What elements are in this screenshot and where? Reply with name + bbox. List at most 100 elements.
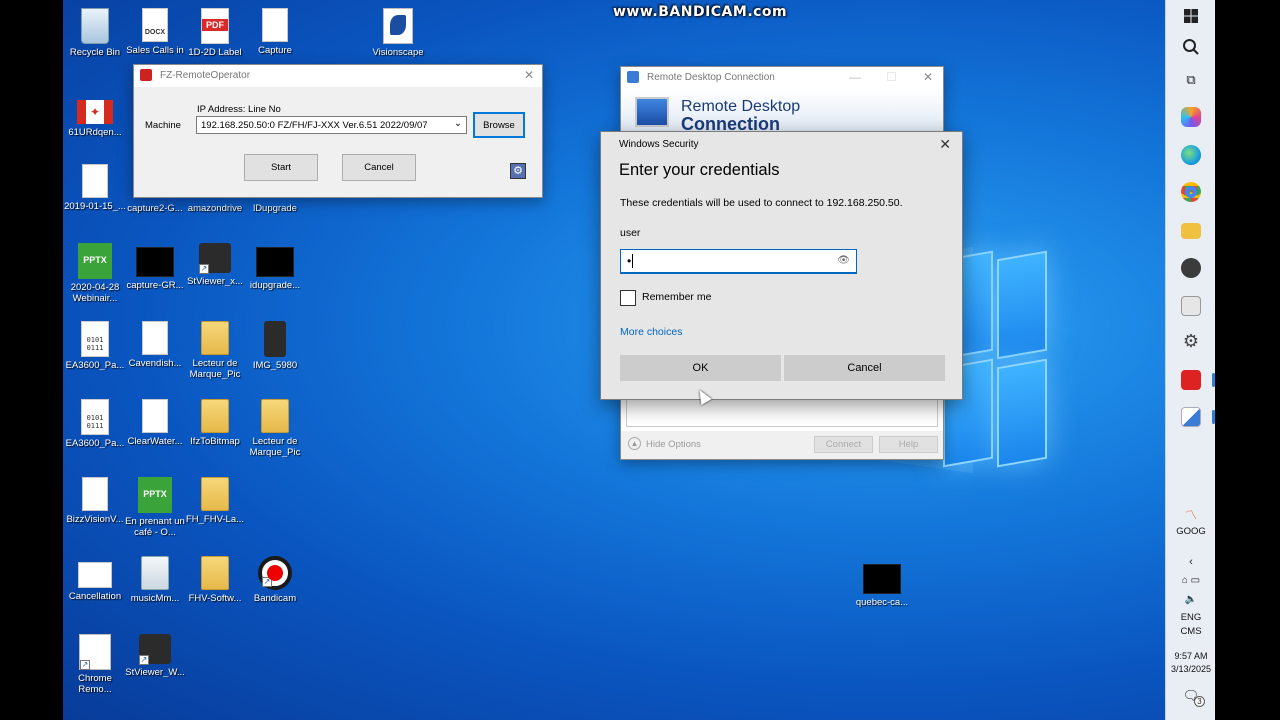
stock-trend-icon[interactable]: 〽 [1166,506,1216,523]
desktop-icon-capture-gr[interactable]: capture-GR... [123,243,187,291]
music-file-icon [141,556,169,590]
password-value: • [627,254,632,268]
reveal-password-eye-icon[interactable]: 👁 [837,255,850,266]
camera-app-icon: ↗ [139,634,171,665]
desktop-icon-label: 1D-2D Label [188,47,242,58]
image-file-icon [78,562,112,588]
desktop-icon-capture[interactable]: Capture [243,8,307,56]
remote-window-icon[interactable] [1181,296,1201,316]
chevron-left-icon[interactable]: ‹ [1166,556,1216,568]
desktop-icon-musicmm[interactable]: musicMm... [123,556,187,604]
more-choices-link[interactable]: More choices [620,326,682,338]
desktop-icon-ea3600-2[interactable]: 0101 0111 EA3600_Pa... [63,399,127,449]
edge-browser-icon[interactable] [1181,145,1201,165]
dialog-description: These credentials will be used to connec… [620,197,903,209]
fz-remote-operator-window: FZ-RemoteOperator ✕ IP Address: Line No … [133,64,543,198]
desktop-icon-label: ClearWater... [127,436,183,447]
desktop-icon-img-5980[interactable]: IMG_5980 [243,321,307,371]
close-icon[interactable]: ✕ [923,70,933,84]
chrome-icon[interactable] [1181,182,1201,202]
clock-time[interactable]: 9:57 AM [1166,650,1216,662]
desktop-icon-label: capture2-G... [127,203,183,214]
desktop-icon-fh-fhv-la[interactable]: FH_FHV-La... [183,477,247,525]
window-title: FZ-RemoteOperator [160,70,251,81]
chevron-down-icon: ⌄ [454,118,462,129]
desktop-icon-fhv-software[interactable]: FHV-Softw... [183,556,247,604]
ok-button[interactable]: OK [620,355,781,381]
file-icon [142,399,168,433]
fz-title-bar[interactable]: FZ-RemoteOperator ✕ [134,65,542,87]
desktop-icon-lecteur-de-marque-zip[interactable]: Lecteur de Marque_Pic [243,399,307,458]
desktop-icon-stviewer-w[interactable]: ↗ StViewer_W... [123,634,187,678]
volume-icon[interactable]: 🔈 [1166,594,1216,605]
windows-security-dialog: Windows Security ✕ Enter your credential… [600,131,963,400]
camera-app-icon[interactable] [1181,258,1201,278]
cancel-button[interactable]: Cancel [342,154,416,181]
stock-ticker[interactable]: GOOG [1166,526,1216,538]
close-icon[interactable]: ✕ [939,136,951,153]
desktop-icon-ea3600-1[interactable]: 0101 0111 EA3600_Pa... [63,321,127,371]
desktop-icon-chrome-remote[interactable]: ↗ Chrome Remo... [63,634,127,695]
desktop-icon-label: Lecteur de Marque_Pic [189,358,241,380]
image-thumbnail-icon [136,247,174,277]
language-primary[interactable]: ENG [1166,612,1216,624]
maximize-icon[interactable]: ☐ [886,70,897,84]
close-icon[interactable]: ✕ [524,68,534,82]
file-icon [142,321,168,355]
machine-select[interactable]: 192.168.250.50:0 FZ/FH/FJ-XXX Ver.6.51 2… [196,116,467,134]
chevron-up-icon[interactable]: ▲ [628,437,641,450]
cancel-button[interactable]: Cancel [784,355,945,381]
desktop-icon-1d-2d-label[interactable]: PDF 1D-2D Label [183,8,247,58]
username-label: user [620,227,641,239]
connect-button[interactable]: Connect [814,436,873,453]
remember-me-label[interactable]: Remember me [642,291,711,303]
desktop-icon-cancellation[interactable]: Cancellation [63,556,127,602]
remember-me-checkbox[interactable] [620,290,636,306]
notification-icon[interactable]: 🗨 3 [1166,688,1216,707]
start-windows-icon[interactable] [1166,8,1216,28]
powerpoint-icon: PPTX [78,243,112,279]
remote-desktop-taskbar-icon[interactable] [1181,407,1201,427]
file-explorer-icon[interactable] [1181,223,1201,239]
clock-date[interactable]: 3/13/2025 [1166,663,1216,675]
copilot-icon[interactable] [1181,107,1201,127]
network-monitor-icon[interactable]: ⌂ ▭ [1166,575,1216,586]
language-secondary[interactable]: CMS [1166,626,1216,638]
desktop-icon-idupgrade-2[interactable]: idupgrade... [243,243,307,291]
file-icon [82,164,108,198]
notification-badge: 3 [1194,696,1205,707]
bandicam-taskbar-icon[interactable] [1181,370,1201,390]
rdc-title-bar[interactable]: Remote Desktop Connection — ☐ ✕ [621,67,943,89]
desktop-icon-label: StViewer_x... [187,276,243,287]
file-icon [82,477,108,511]
desktop-icon-visionscape[interactable]: Visionscape [366,8,430,58]
desktop-icon-bizzvision[interactable]: BizzVisionV... [63,477,127,525]
minimize-icon[interactable]: — [849,70,861,84]
desktop-icon-label: Sales Calls in [126,45,184,56]
desktop-icon-lecteur-de-marque[interactable]: Lecteur de Marque_Pic [183,321,247,380]
desktop-icon-sales-calls[interactable]: DOCX Sales Calls in [123,8,187,56]
desktop-icon-label: lDupgrade [253,203,297,214]
hide-options-link[interactable]: Hide Options [646,439,701,450]
desktop-icon-2020-webinair[interactable]: PPTX 2020-04-28 Webinair... [63,243,127,304]
start-button[interactable]: Start [244,154,318,181]
settings-gear-icon[interactable]: ⚙ [1166,331,1216,352]
desktop-icon-clearwater[interactable]: ClearWater... [123,399,187,447]
password-field[interactable]: • 👁 [620,249,857,274]
browse-button[interactable]: Browse [473,112,525,138]
desktop-icon-recycle-bin[interactable]: Recycle Bin [63,8,127,58]
desktop-icon-2019-01-15[interactable]: 2019-01-15_... [63,164,127,212]
desktop-icon-ifztobitmap[interactable]: IfzToBitmap [183,399,247,447]
machine-select-value: 192.168.250.50:0 FZ/FH/FJ-XXX Ver.6.51 2… [201,120,428,131]
desktop-icon-stviewer-x[interactable]: ↗ StViewer_x... [183,243,247,287]
desktop-icon-61urdqen[interactable]: ✦ 61URdqen... [63,94,127,138]
help-button[interactable]: Help [879,436,938,453]
desktop-icon-cavendish[interactable]: Cavendish... [123,321,187,369]
settings-gear-icon[interactable]: ⚙ [510,163,526,179]
search-icon[interactable] [1166,38,1216,60]
desktop-icon-quebec-ca[interactable]: quebec-ca... [850,560,914,608]
chrome-remote-desktop-icon: ↗ [79,634,111,670]
task-view-icon[interactable]: ⧉ [1166,72,1216,88]
desktop-icon-bandicam[interactable]: ↗ Bandicam [243,556,307,604]
desktop-icon-en-prenant[interactable]: PPTX En prenant un café - O... [123,477,187,538]
